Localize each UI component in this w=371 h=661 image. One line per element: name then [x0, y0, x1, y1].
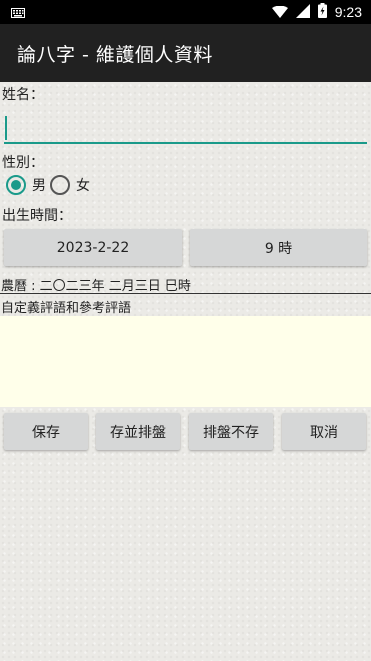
- save-and-chart-button[interactable]: 存並排盤: [96, 413, 180, 450]
- keyboard-icon: [11, 3, 25, 22]
- birth-time-label: 出生時間：: [2, 208, 72, 224]
- status-time: 9:23: [334, 4, 362, 20]
- lunar-date-text: 農曆 : 二〇二三年 二月三日 巳時: [1, 279, 191, 294]
- status-bar: 9:23: [0, 0, 371, 24]
- name-label: 姓名：: [2, 87, 44, 103]
- app-bar: 論八字 - 維護個人資料: [0, 24, 371, 82]
- cancel-button[interactable]: 取消: [282, 413, 366, 450]
- chart-without-save-button[interactable]: 排盤不存: [189, 413, 273, 450]
- radio-checked-icon: [6, 175, 26, 195]
- wifi-icon: [271, 3, 288, 22]
- divider: [0, 293, 371, 294]
- gender-radio-group: 男 女: [6, 175, 94, 195]
- birth-hour-button[interactable]: 9 時: [190, 229, 367, 266]
- gender-male-radio[interactable]: 男: [6, 175, 46, 195]
- save-button[interactable]: 保存: [4, 413, 88, 450]
- battery-icon: [317, 2, 327, 22]
- gender-label: 性別：: [2, 155, 44, 171]
- name-input[interactable]: [4, 110, 367, 144]
- birth-date-button[interactable]: 2023-2-22: [4, 229, 182, 266]
- gender-female-label: 女: [76, 178, 90, 194]
- comment-textarea[interactable]: [0, 316, 371, 407]
- signal-icon: [295, 3, 310, 22]
- page-title: 論八字 - 維護個人資料: [17, 43, 213, 66]
- comment-label: 自定義評語和參考評語: [1, 301, 132, 316]
- radio-unchecked-icon: [50, 175, 70, 195]
- gender-female-radio[interactable]: 女: [50, 175, 90, 195]
- text-cursor: [5, 116, 7, 140]
- gender-male-label: 男: [32, 178, 46, 194]
